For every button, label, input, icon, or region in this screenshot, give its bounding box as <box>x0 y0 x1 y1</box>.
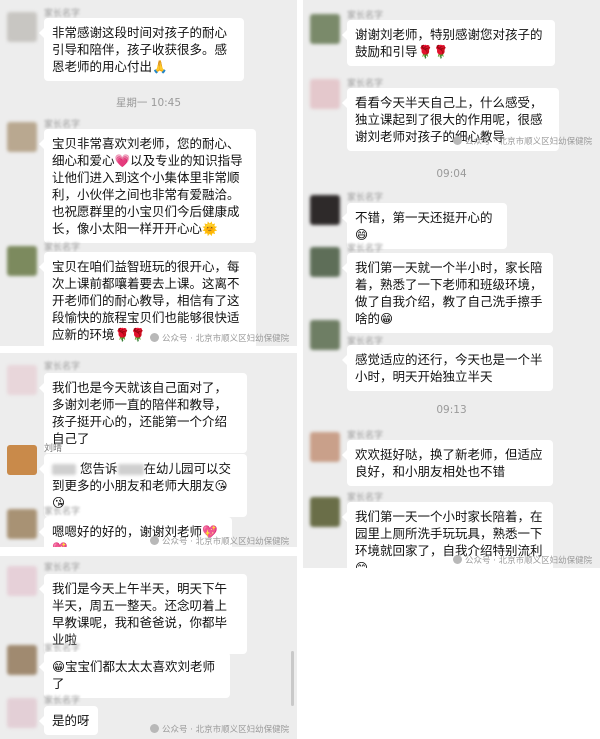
message-bubble[interactable]: 宝贝非常喜欢刘老师，您的耐心、细心和爱心💗以及专业的知识指导让他们进入到这个小集… <box>39 129 256 243</box>
message-text-part: 您告诉 <box>79 461 118 476</box>
avatar[interactable] <box>310 247 340 277</box>
chat-panel-3: 家长名字 我们是今天上午半天，明天下午半天，周五一整天。还念叨着上早教课呢，我和… <box>0 556 297 739</box>
watermark-text: 公众号 · 北京市顺义区妇幼保健院 <box>465 137 593 147</box>
chat-panel-1: 家长名字 非常感谢这段时间对孩子的耐心引导和陪伴，孩子收获很多。感恩老师的用心付… <box>0 0 297 346</box>
sender-name: 家长名字 <box>347 193 384 203</box>
scrollbar[interactable] <box>291 651 294 706</box>
watermark-text: 公众号 · 北京市顺义区妇幼保健院 <box>465 556 593 566</box>
message-bubble[interactable]: 我们也是今天就该自己面对了，多谢刘老师一直的陪伴和教导，孩子挺开心的，还能第一个… <box>39 373 247 453</box>
watermark-text: 公众号 · 北京市顺义区妇幼保健院 <box>162 725 290 735</box>
message-bubble[interactable]: 谢谢刘老师，特别感谢您对孩子的鼓励和引导🌹🌹 <box>342 20 555 66</box>
sender-name: 家长名字 <box>44 507 81 517</box>
watermark: 公众号 · 北京市顺义区妇幼保健院 <box>150 723 289 735</box>
avatar[interactable] <box>310 432 340 462</box>
avatar[interactable] <box>7 509 37 539</box>
timestamp: 09:13 <box>436 404 467 416</box>
watermark: 公众号 · 北京市顺义区妇幼保健院 <box>453 554 592 566</box>
redacted-text <box>117 464 144 475</box>
wechat-official-account-icon <box>150 333 159 342</box>
avatar[interactable] <box>7 122 37 152</box>
timestamp: 星期一 10:45 <box>115 97 182 109</box>
sender-name: 刘晴 <box>44 444 63 454</box>
avatar[interactable] <box>310 497 340 527</box>
wechat-official-account-icon <box>150 724 159 733</box>
message-bubble[interactable]: 是的呀 <box>39 706 98 735</box>
avatar[interactable] <box>310 14 340 44</box>
sender-name: 家长名字 <box>44 563 81 573</box>
message-bubble[interactable]: 非常感谢这段时间对孩子的耐心引导和陪伴，孩子收获很多。感恩老师的用心付出🙏 <box>39 18 244 81</box>
avatar[interactable] <box>7 12 37 42</box>
watermark-text: 公众号 · 北京市顺义区妇幼保健院 <box>162 537 290 547</box>
avatar[interactable] <box>310 79 340 109</box>
avatar[interactable] <box>7 246 37 276</box>
avatar[interactable] <box>7 365 37 395</box>
chat-panel-4: 家长名字 谢谢刘老师，特别感谢您对孩子的鼓励和引导🌹🌹 家长名字 看看今天半天自… <box>303 0 600 568</box>
message-bubble[interactable]: 😁宝宝们都太太太喜欢刘老师了 <box>39 652 230 698</box>
watermark: 公众号 · 北京市顺义区妇幼保健院 <box>453 135 592 147</box>
avatar[interactable] <box>7 645 37 675</box>
avatar[interactable] <box>310 195 340 225</box>
watermark: 公众号 · 北京市顺义区妇幼保健院 <box>150 332 289 344</box>
avatar[interactable] <box>7 445 37 475</box>
wechat-official-account-icon <box>150 536 159 545</box>
wechat-official-account-icon <box>453 555 462 564</box>
avatar[interactable] <box>7 566 37 596</box>
sender-name: 家长名字 <box>44 362 81 372</box>
sender-name: 家长名字 <box>44 696 81 706</box>
avatar[interactable] <box>310 320 340 350</box>
timestamp: 09:04 <box>436 168 467 180</box>
chat-panel-2: 家长名字 我们也是今天就该自己面对了，多谢刘老师一直的陪伴和教导，孩子挺开心的，… <box>0 353 297 547</box>
avatar[interactable] <box>7 698 37 728</box>
message-bubble[interactable]: 感觉适应的还行，今天也是一个半小时，明天开始独立半天 <box>342 345 553 391</box>
watermark-text: 公众号 · 北京市顺义区妇幼保健院 <box>162 334 290 344</box>
wechat-official-account-icon <box>453 136 462 145</box>
message-bubble[interactable]: 我们第一天就一个半小时，家长陪着，熟悉了一下老师和班级环境，做了自我介绍，教了自… <box>342 253 553 333</box>
redacted-text <box>52 464 76 475</box>
watermark: 公众号 · 北京市顺义区妇幼保健院 <box>150 535 289 547</box>
message-bubble[interactable]: 欢欢挺好哒，换了新老师，但适应良好，和小朋友相处也不错 <box>342 440 553 486</box>
